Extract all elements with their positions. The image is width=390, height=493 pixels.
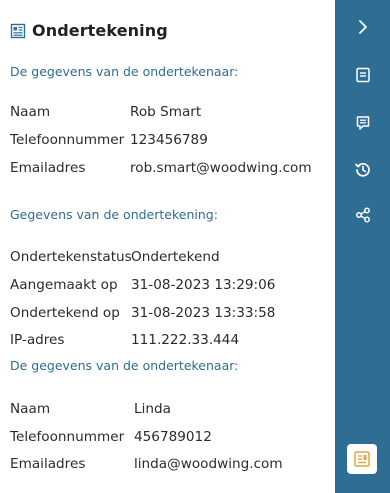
field-label: Naam: [10, 104, 51, 120]
right-sidebar: [335, 0, 390, 493]
comment-icon: [356, 116, 370, 130]
field-value: Rob Smart: [130, 104, 202, 120]
share-button[interactable]: [350, 202, 376, 228]
field-value: rob.smart@woodwing.com: [130, 160, 312, 176]
panel-header: Ondertekening: [10, 21, 168, 40]
signer-details-heading: De gegevens van de ondertekenaar:: [10, 64, 239, 79]
signing-panel: Ondertekening De gegevens van de onderte…: [0, 0, 335, 493]
field-label: Emailadres: [10, 160, 86, 176]
field-value: Linda: [134, 401, 171, 417]
field-label: Aangemaakt op: [10, 277, 118, 293]
field-value: Ondertekend: [131, 249, 220, 265]
chevron-right-icon: [359, 20, 367, 34]
field-label: Telefoonnummer: [10, 429, 125, 445]
document-icon: [356, 67, 370, 83]
comments-button[interactable]: [350, 110, 376, 136]
panel-title: Ondertekening: [32, 21, 168, 40]
share-icon: [356, 207, 370, 223]
field-label: Ondertekend op: [10, 305, 120, 321]
field-value: 456789012: [134, 429, 212, 445]
field-value: 111.222.33.444: [131, 332, 240, 348]
field-label: IP-adres: [10, 332, 65, 348]
document-info-button[interactable]: [350, 62, 376, 88]
field-label: Naam: [10, 401, 51, 417]
field-label: Ondertekenstatus: [10, 249, 132, 265]
field-value: 123456789: [130, 132, 208, 148]
signing-document-icon: [10, 23, 26, 39]
signature-panel-button[interactable]: [347, 444, 377, 474]
field-label: Telefoonnummer: [10, 132, 125, 148]
history-button[interactable]: [350, 157, 376, 183]
signature-panel-icon: [354, 451, 370, 467]
collapse-panel-button[interactable]: [350, 14, 376, 40]
signature-details-heading: Gegevens van de ondertekening:: [10, 207, 218, 222]
field-label: Emailadres: [10, 456, 86, 472]
history-icon: [355, 162, 370, 177]
field-value: linda@woodwing.com: [134, 456, 283, 472]
signer-details-heading: De gegevens van de ondertekenaar:: [10, 358, 239, 373]
field-value: 31-08-2023 13:29:06: [131, 277, 276, 293]
field-value: 31-08-2023 13:33:58: [131, 305, 276, 321]
